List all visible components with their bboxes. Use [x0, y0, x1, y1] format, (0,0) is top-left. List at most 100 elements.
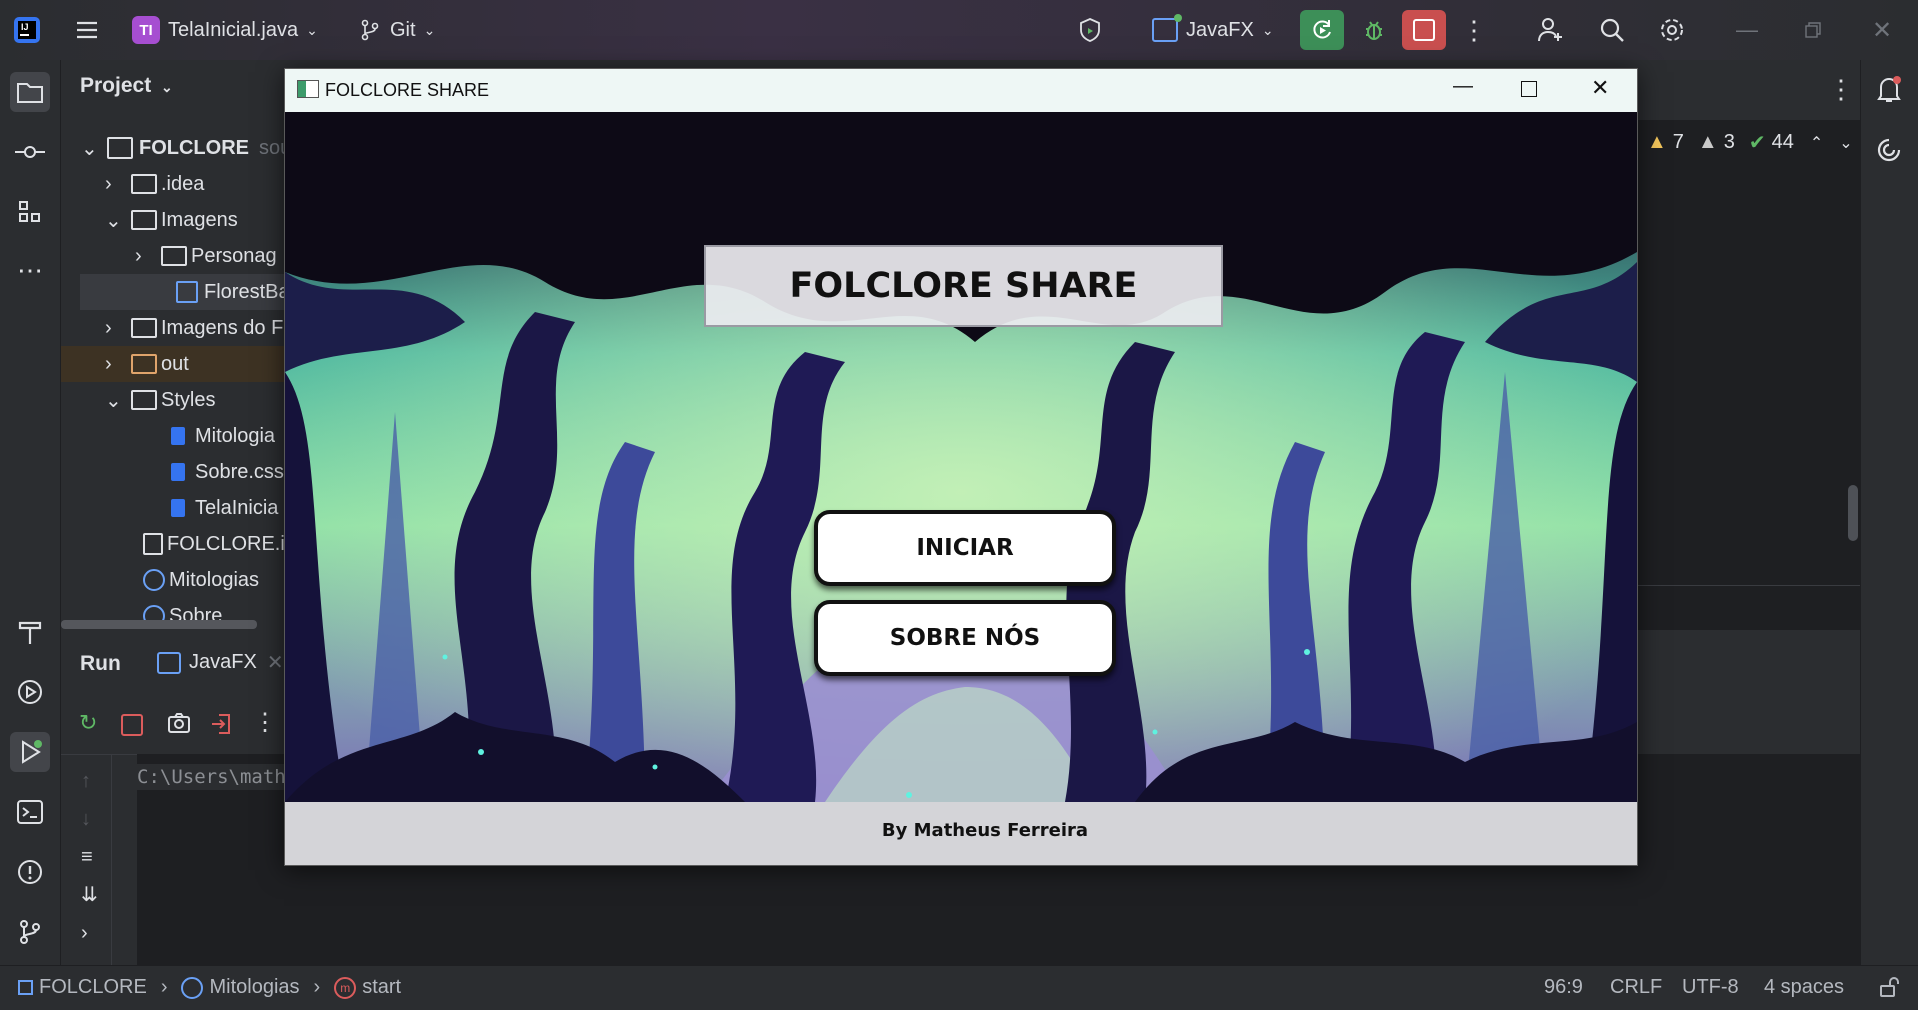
- tree-item-label: Imagens do F: [161, 316, 284, 339]
- folder-icon: [161, 246, 187, 266]
- folder-icon: [131, 318, 157, 338]
- more-tools-icon[interactable]: ⋯: [10, 250, 50, 290]
- minimize-window-icon[interactable]: —: [1736, 10, 1758, 50]
- forest-background-image: [285, 112, 1637, 802]
- debug-button[interactable]: [1354, 10, 1394, 50]
- exit-icon[interactable]: [209, 712, 233, 741]
- collapsed-arrow-icon: ›: [105, 316, 112, 339]
- settings-gear-icon[interactable]: [1658, 10, 1686, 50]
- expand-toolbar-icon[interactable]: ›: [81, 914, 98, 952]
- run-tool-icon[interactable]: [10, 732, 50, 772]
- app-window-icon: [297, 80, 319, 98]
- app-maximize-icon[interactable]: [1521, 81, 1537, 97]
- branch-icon: [361, 19, 379, 41]
- search-icon[interactable]: [1598, 10, 1626, 50]
- project-tool-icon[interactable]: [10, 72, 50, 112]
- run-more-icon[interactable]: ⋮: [253, 708, 277, 737]
- build-hammer-icon[interactable]: [10, 612, 50, 652]
- image-file-icon: [176, 281, 198, 303]
- terminal-icon[interactable]: [10, 792, 50, 832]
- vcs-widget[interactable]: Git ⌄: [358, 10, 435, 50]
- chevron-down-icon: ⌄: [161, 79, 173, 95]
- soft-wrap-icon[interactable]: ≡: [81, 838, 98, 876]
- app-minimize-icon[interactable]: —: [1453, 75, 1473, 98]
- run-tab-javafx[interactable]: JavaFX ✕: [157, 650, 284, 675]
- read-only-lock-icon[interactable]: [1878, 976, 1900, 1004]
- caret-position[interactable]: 96:9: [1544, 976, 1583, 999]
- javafx-app-window: FOLCLORE SHARE — ✕ FOLCLORE SHARE INICIA…: [284, 68, 1638, 866]
- iniciar-button[interactable]: INICIAR: [814, 510, 1116, 586]
- screenshot-camera-icon[interactable]: [167, 712, 191, 739]
- code-with-me-icon[interactable]: [1076, 10, 1104, 50]
- rerun-icon[interactable]: ↻: [79, 710, 97, 736]
- breadcrumb-class[interactable]: Mitologias: [209, 976, 299, 999]
- main-menu-icon[interactable]: [72, 10, 102, 50]
- problems-icon[interactable]: [10, 852, 50, 892]
- inspection-widget[interactable]: ▲ 7 ▲ 3 ✔ 44 ⌃ ⌄: [1647, 130, 1853, 155]
- css-file-icon: [171, 427, 185, 445]
- services-icon[interactable]: [10, 672, 50, 712]
- commit-tool-icon[interactable]: [10, 132, 50, 172]
- run-config-selector[interactable]: JavaFX ⌄: [1152, 10, 1274, 50]
- chevron-down-icon: ⌄: [1261, 21, 1274, 38]
- java-class-icon: [143, 569, 165, 591]
- tree-item-label: FOLCLORE: [139, 136, 249, 159]
- project-badge: TI: [132, 16, 160, 44]
- tree-item-label: Imagens: [161, 208, 238, 231]
- collapsed-arrow-icon: ›: [105, 172, 112, 195]
- scroll-down-icon[interactable]: ↓: [81, 800, 98, 838]
- previous-highlight-icon[interactable]: ⌃: [1810, 133, 1823, 153]
- right-tool-stripe: [1860, 60, 1918, 965]
- run-tab-label: JavaFX: [189, 651, 257, 673]
- breadcrumb-project[interactable]: FOLCLORE: [39, 976, 147, 999]
- collapsed-arrow-icon: ›: [105, 352, 112, 375]
- notifications-bell-icon[interactable]: [1875, 74, 1903, 109]
- editor-vertical-scrollbar[interactable]: [1848, 485, 1858, 541]
- collapsed-arrow-icon: ›: [135, 244, 142, 267]
- excluded-folder-icon: [131, 354, 157, 374]
- breadcrumb-method[interactable]: start: [362, 976, 401, 999]
- file-encoding[interactable]: UTF-8: [1682, 976, 1739, 999]
- expanded-arrow-icon: ⌄: [81, 137, 98, 160]
- tree-item-label: out: [161, 352, 189, 375]
- app-close-icon[interactable]: ✕: [1591, 75, 1609, 101]
- stop-button[interactable]: [1402, 10, 1446, 50]
- restore-window-icon[interactable]: [1804, 10, 1822, 50]
- scroll-to-end-icon[interactable]: ⇊: [81, 876, 98, 914]
- java-class-icon: [181, 976, 204, 999]
- module-icon: [18, 980, 33, 995]
- left-tool-stripe: ⋯: [0, 60, 61, 965]
- breadcrumb-separator-icon: ›: [160, 976, 168, 998]
- project-selector[interactable]: TI TelaInicial.java ⌄: [132, 10, 318, 50]
- add-user-icon[interactable]: [1536, 10, 1566, 50]
- ai-assistant-icon[interactable]: [1875, 136, 1903, 169]
- horizontal-scrollbar[interactable]: [61, 620, 257, 629]
- scroll-up-icon[interactable]: ↑: [81, 762, 98, 800]
- app-window-title-bar[interactable]: FOLCLORE SHARE — ✕: [285, 69, 1637, 112]
- line-separator[interactable]: CRLF: [1610, 976, 1662, 999]
- method-icon: m: [334, 976, 357, 999]
- git-branch-icon[interactable]: [10, 912, 50, 952]
- rerun-button[interactable]: [1300, 10, 1344, 50]
- editor-more-icon[interactable]: ⋮: [1828, 74, 1854, 105]
- next-highlight-icon[interactable]: ⌄: [1839, 133, 1852, 153]
- sobre-nos-button[interactable]: SOBRE NÓS: [814, 600, 1116, 676]
- more-actions-icon[interactable]: ⋮: [1461, 10, 1487, 50]
- footer-credit: By Matheus Ferreira: [881, 820, 1089, 841]
- warnings-count: 7: [1672, 131, 1684, 153]
- console-line: C:\Users\math: [137, 764, 286, 790]
- intellij-logo-icon[interactable]: IJ: [12, 10, 42, 50]
- stop-icon[interactable]: [121, 714, 143, 736]
- console-gutter: ↑ ↓ ≡ ⇊ ›: [81, 762, 98, 952]
- chevron-down-icon: ⌄: [306, 21, 318, 38]
- close-tab-icon[interactable]: ✕: [267, 650, 284, 675]
- project-panel-header[interactable]: Project ⌄: [80, 74, 173, 98]
- close-window-icon[interactable]: ✕: [1872, 10, 1892, 50]
- svg-text:IJ: IJ: [21, 22, 29, 32]
- structure-tool-icon[interactable]: [10, 192, 50, 232]
- chevron-down-icon: ⌄: [423, 21, 436, 38]
- tree-item-label: Styles: [161, 388, 216, 411]
- indent-setting[interactable]: 4 spaces: [1764, 976, 1844, 999]
- stop-icon: [1413, 19, 1435, 41]
- resource-folder-icon: [131, 210, 157, 230]
